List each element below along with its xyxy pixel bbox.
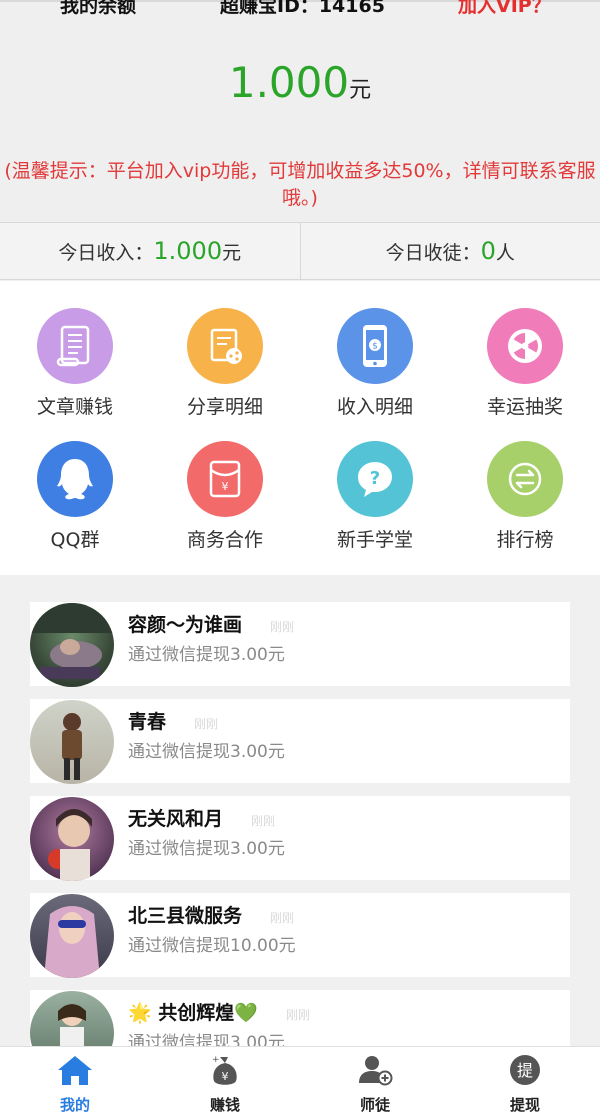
nav-label: 我的 bbox=[59, 1096, 90, 1114]
document-share-icon bbox=[187, 308, 263, 384]
question-bubble-icon: ? bbox=[337, 441, 413, 517]
grid-item-beginner-school[interactable]: ? 新手学堂 bbox=[300, 441, 450, 552]
grid-item-article-earn[interactable]: 文章赚钱 bbox=[0, 308, 150, 419]
nav-label: 提现 bbox=[509, 1096, 540, 1114]
scroll-icon bbox=[37, 308, 113, 384]
time-label: 刚刚 bbox=[251, 814, 276, 828]
list-item[interactable]: 无关风和月 刚刚 通过微信提现3.00元 bbox=[30, 796, 570, 881]
list-item[interactable]: 青春 刚刚 通过微信提现3.00元 bbox=[30, 699, 570, 784]
user-name: 北三县微服务 bbox=[128, 905, 243, 927]
balance-amount: 1.000元 bbox=[0, 58, 600, 107]
avatar bbox=[30, 603, 114, 687]
grid-label: 文章赚钱 bbox=[36, 396, 113, 418]
user-id: 超赚宝ID：14165 bbox=[220, 0, 385, 17]
avatar bbox=[30, 797, 114, 881]
withdraw-desc: 通过微信提现10.00元 bbox=[128, 936, 296, 956]
apprentice-value: 0 bbox=[480, 237, 496, 265]
phone-money-icon: $ bbox=[337, 308, 413, 384]
today-income: 今日收入： 1.000 元 bbox=[0, 223, 300, 279]
svg-text:$: $ bbox=[372, 342, 378, 352]
grid-item-business[interactable]: ¥ 商务合作 bbox=[150, 441, 300, 552]
time-label: 刚刚 bbox=[194, 717, 219, 731]
grid-label: QQ群 bbox=[50, 529, 100, 551]
time-label: 刚刚 bbox=[285, 1008, 310, 1022]
grid-label: 幸运抽奖 bbox=[486, 396, 563, 418]
qq-icon bbox=[37, 441, 113, 517]
withdraw-icon: 提 bbox=[506, 1053, 544, 1091]
withdraw-desc: 通过微信提现3.00元 bbox=[128, 645, 285, 665]
grid-item-income-details[interactable]: $ 收入明细 bbox=[300, 308, 450, 419]
red-envelope-icon: ¥ bbox=[187, 441, 263, 517]
grid-label: 排行榜 bbox=[496, 529, 554, 551]
grid-item-leaderboard[interactable]: 排行榜 bbox=[450, 441, 600, 552]
grid-label: 收入明细 bbox=[336, 396, 413, 418]
grid-label: 新手学堂 bbox=[336, 529, 413, 551]
nav-label: 赚钱 bbox=[209, 1096, 240, 1114]
time-label: 刚刚 bbox=[270, 911, 295, 925]
balance-value: 1.000 bbox=[228, 58, 350, 107]
list-item[interactable]: 容颜～为谁画 刚刚 通过微信提现3.00元 bbox=[30, 602, 570, 687]
vip-tip: (温馨提示：平台加入vip功能，可增加收益多达50%，详情可联系客服哦。) bbox=[4, 160, 596, 209]
grid-label: 分享明细 bbox=[186, 396, 263, 418]
account-header: 我的余额 超赚宝ID：14165 加入VIP？ 1.000元 (温馨提示：平台加… bbox=[0, 0, 600, 222]
today-stats: 今日收入： 1.000 元 今日收徒： 0 人 bbox=[0, 222, 600, 280]
user-name: 容颜～为谁画 bbox=[128, 614, 243, 636]
nav-tab-mentor[interactable]: 师徒 bbox=[300, 1047, 450, 1116]
income-value: 1.000 bbox=[153, 237, 223, 265]
user-name: 青春 bbox=[128, 711, 167, 733]
svg-text:+: + bbox=[212, 1055, 220, 1065]
income-label: 今日收入： bbox=[58, 241, 154, 264]
nav-label: 师徒 bbox=[359, 1096, 390, 1114]
svg-text:提: 提 bbox=[517, 1061, 533, 1080]
avatar bbox=[30, 700, 114, 784]
apprentice-label: 今日收徒： bbox=[385, 241, 481, 264]
grid-item-share-details[interactable]: 分享明细 bbox=[150, 308, 300, 419]
balance-unit: 元 bbox=[349, 78, 372, 103]
nav-tab-mine[interactable]: 我的 bbox=[0, 1047, 150, 1116]
grid-item-qq-group[interactable]: QQ群 bbox=[0, 441, 150, 552]
join-vip-link[interactable]: 加入VIP？ bbox=[458, 0, 551, 18]
income-unit: 元 bbox=[222, 241, 242, 264]
user-name: 🌟 共创辉煌💚 bbox=[128, 1002, 258, 1024]
grid-item-lucky-draw[interactable]: 幸运抽奖 bbox=[450, 308, 600, 419]
feature-grid: 文章赚钱 分享明细 $ 收入明细 幸运抽奖 QQ群 ¥ 商务合作 ? 新手学堂 … bbox=[0, 281, 600, 575]
grid-label: 商务合作 bbox=[186, 529, 263, 551]
nav-tab-withdraw[interactable]: 提 提现 bbox=[450, 1047, 600, 1116]
wheel-icon bbox=[487, 308, 563, 384]
money-bag-icon: ¥ + bbox=[206, 1053, 244, 1091]
user-name: 无关风和月 bbox=[128, 808, 224, 830]
bottom-nav: 我的 ¥ + 赚钱 师徒 提 提现 bbox=[0, 1046, 600, 1116]
today-apprentices: 今日收徒： 0 人 bbox=[299, 223, 600, 279]
exchange-icon bbox=[487, 441, 563, 517]
svg-text:¥: ¥ bbox=[222, 480, 229, 493]
withdraw-feed: 容颜～为谁画 刚刚 通过微信提现3.00元 青春 刚刚 通过微信提现3.00元 无关… bbox=[30, 602, 570, 1087]
time-label: 刚刚 bbox=[270, 620, 295, 634]
add-user-icon bbox=[356, 1053, 394, 1091]
balance-label: 我的余额 bbox=[60, 0, 137, 17]
home-icon bbox=[56, 1053, 94, 1091]
apprentice-unit: 人 bbox=[495, 241, 515, 264]
withdraw-desc: 通过微信提现3.00元 bbox=[128, 742, 285, 762]
list-item[interactable]: 北三县微服务 刚刚 通过微信提现10.00元 bbox=[30, 893, 570, 978]
nav-tab-earn[interactable]: ¥ + 赚钱 bbox=[150, 1047, 300, 1116]
withdraw-desc: 通过微信提现3.00元 bbox=[128, 839, 285, 859]
svg-text:?: ? bbox=[370, 468, 380, 489]
svg-text:¥: ¥ bbox=[222, 1070, 229, 1083]
avatar bbox=[30, 894, 114, 978]
